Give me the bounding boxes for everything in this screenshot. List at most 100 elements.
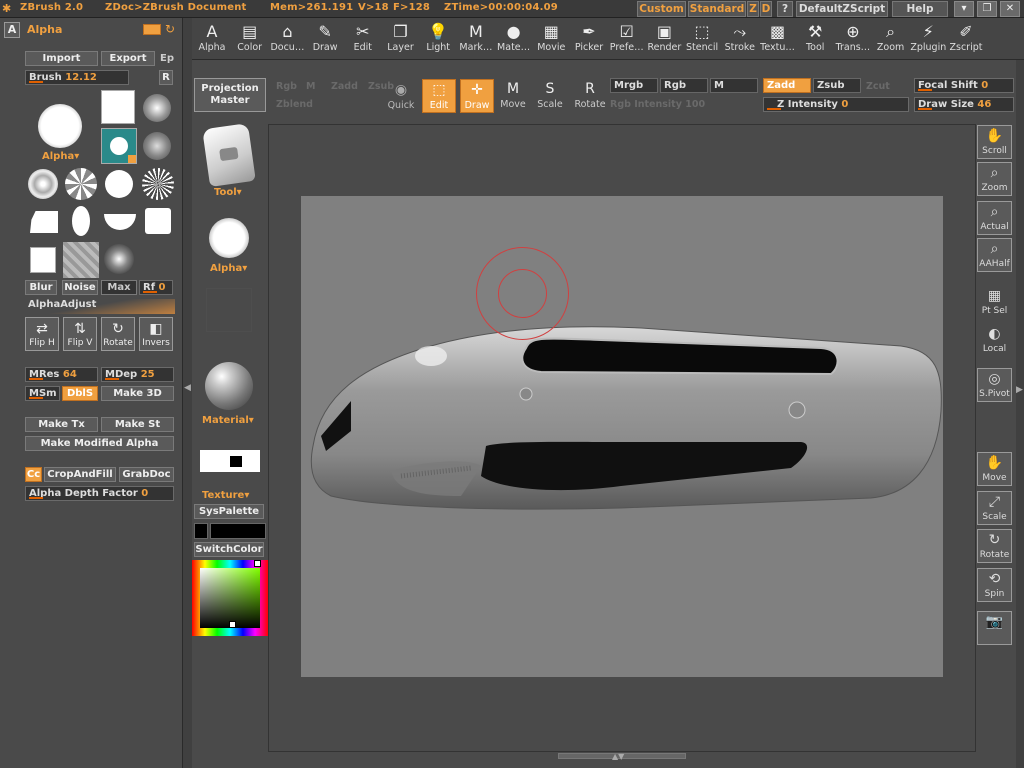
m-toggle[interactable]: M [710,78,758,93]
current-tool-thumbnail[interactable] [202,123,256,187]
crop-and-fill-button[interactable]: CropAndFill [44,467,116,482]
menu-zscript[interactable]: ✐ Zscript [947,20,985,58]
make-st-button[interactable]: Make St [101,417,174,432]
refresh-icon[interactable]: ↻ [165,22,179,36]
flip-v-button[interactable]: ⇅ Flip V [63,317,97,351]
move-mode-button[interactable]: M Move [496,79,530,113]
menu-light[interactable]: 💡 Light [419,20,457,58]
rgb-toggle[interactable]: Rgb [660,78,708,93]
menu-zplugin[interactable]: ⚡ Zplugin [909,20,947,58]
right-panel-divider[interactable]: ▶ [1016,60,1024,768]
menu-alpha[interactable]: A Alpha [193,20,231,58]
alpha-thumb-halfcircle[interactable] [104,214,136,230]
focal-shift-slider[interactable]: Focal Shift 0 [914,78,1014,93]
custom-ui-button[interactable]: Custom [637,1,686,17]
scroll-button[interactable]: ✋ Scroll [977,125,1012,159]
secondary-color-swatch[interactable] [194,523,208,539]
noise-button[interactable]: Noise [62,280,98,295]
hue-marker-icon[interactable] [254,560,261,567]
scale-button[interactable]: ⤢ Scale [977,491,1012,525]
alpha-thumb-shape-a[interactable] [30,211,58,233]
mrgb-toggle[interactable]: Mrgb [610,78,658,93]
camera-button[interactable]: 📷 [977,611,1012,645]
ptsel-button[interactable]: ▦ Pt Sel [977,286,1012,320]
make-3d-button[interactable]: Make 3D [101,386,174,401]
quick-button[interactable]: ◉ Quick [384,80,418,114]
texture-selector[interactable]: Texture▾ [202,490,249,501]
z-button[interactable]: Z [747,1,759,17]
menu-mate[interactable]: ● Mate… [495,20,533,58]
edit-mode-button[interactable]: ⬚ Edit [422,79,456,113]
menu-stroke[interactable]: ⤳ Stroke [721,20,759,58]
color-picker[interactable] [192,560,268,636]
tool-selector[interactable]: Tool▾ [214,187,242,198]
collapse-bottom-icon[interactable]: ▲▼ [612,752,624,761]
palette-dropdown-icon[interactable] [143,24,161,35]
collapse-left-icon[interactable]: ◀ [184,383,191,393]
alpha-thumb-gray-dot[interactable] [143,132,171,160]
alpha-thumb-selected[interactable] [101,128,137,164]
menu-draw[interactable]: ✎ Draw [306,20,344,58]
switch-color-button[interactable]: SwitchColor [194,542,264,557]
aahalf-button[interactable]: ⌕ AAHalf [977,238,1012,272]
export-button[interactable]: Export [101,51,155,66]
menu-textu[interactable]: ▩ Textu… [759,20,797,58]
zsub-toggle[interactable]: Zsub [813,78,861,93]
menu-docu[interactable]: ⌂ Docu… [268,20,306,58]
document-canvas[interactable] [301,196,943,677]
material-thumbnail[interactable] [205,362,253,410]
menu-layer[interactable]: ❐ Layer [382,20,420,58]
texture-thumbnail[interactable] [200,450,260,472]
help-button[interactable]: Help [892,1,948,17]
move-button[interactable]: ✋ Move [977,452,1012,486]
actual-button[interactable]: ⌕ Actual [977,201,1012,235]
alpha-thumb-noise[interactable] [28,169,58,199]
cc-toggle[interactable]: Cc [25,467,42,482]
current-alpha-preview[interactable] [38,104,82,148]
mdep-slider[interactable]: MDep 25 [101,367,174,382]
scale-mode-button[interactable]: S Scale [533,79,567,113]
zoom-button[interactable]: ⌕ Zoom [977,162,1012,196]
blur-button[interactable]: Blur [25,280,57,295]
import-button[interactable]: Import [25,51,98,66]
rotate-button[interactable]: ↻ Rotate [977,529,1012,563]
flip-h-button[interactable]: ⇄ Flip H [25,317,59,351]
make-tx-button[interactable]: Make Tx [25,417,98,432]
menu-movie[interactable]: ▦ Movie [532,20,570,58]
menu-picker[interactable]: ✒ Picker [570,20,608,58]
r-button[interactable]: R [159,70,173,85]
menu-stencil[interactable]: ⬚ Stencil [683,20,721,58]
brush-slider[interactable]: Brush 12.12 [25,70,129,85]
rf-slider[interactable]: Rf 0 [139,280,173,295]
default-zscript-button[interactable]: DefaultZScript [796,1,888,17]
draw-size-slider[interactable]: Draw Size 46 [914,97,1014,112]
alpha-thumb-starburst[interactable] [142,168,174,200]
z-intensity-slider[interactable]: Z Intensity 0 [763,97,909,112]
alpha-thumb-square[interactable] [30,247,56,273]
alpha-thumb-rough-square[interactable] [145,208,171,234]
menu-prefe[interactable]: ☑ Prefe… [608,20,646,58]
menu-zoom[interactable]: ⌕ Zoom [872,20,910,58]
expand-right-icon[interactable]: ▶ [1016,385,1023,395]
close-icon[interactable]: ✕ [1000,1,1020,17]
local-button[interactable]: ◐ Local [977,324,1012,358]
alpha-thumb-white-square[interactable] [101,90,135,124]
alpha-thumb-blur-dot[interactable] [104,244,134,274]
zadd-toggle[interactable]: Zadd [763,78,811,93]
draw-mode-button[interactable]: ✛ Draw [460,79,494,113]
standard-ui-button[interactable]: Standard [688,1,746,17]
max-button[interactable]: Max [101,280,137,295]
grab-doc-button[interactable]: GrabDoc [119,467,174,482]
spivot-button[interactable]: ◎ S.Pivot [977,368,1012,402]
projection-master-button[interactable]: Projection Master [194,78,266,112]
alpha-selector[interactable]: Alpha▾ [42,151,79,162]
ep-label[interactable]: Ep [160,53,174,64]
msm-slider[interactable]: MSm [25,386,60,401]
menu-edit[interactable]: ✂ Edit [344,20,382,58]
alpha-shelf-selector[interactable]: Alpha▾ [210,263,247,274]
invers-button[interactable]: ◧ Invers [139,317,173,351]
left-panel-divider[interactable]: ◀ [183,18,192,768]
menu-color[interactable]: ▤ Color [231,20,269,58]
make-modified-alpha-button[interactable]: Make Modified Alpha [25,436,174,451]
rotate-button[interactable]: ↻ Rotate [101,317,135,351]
